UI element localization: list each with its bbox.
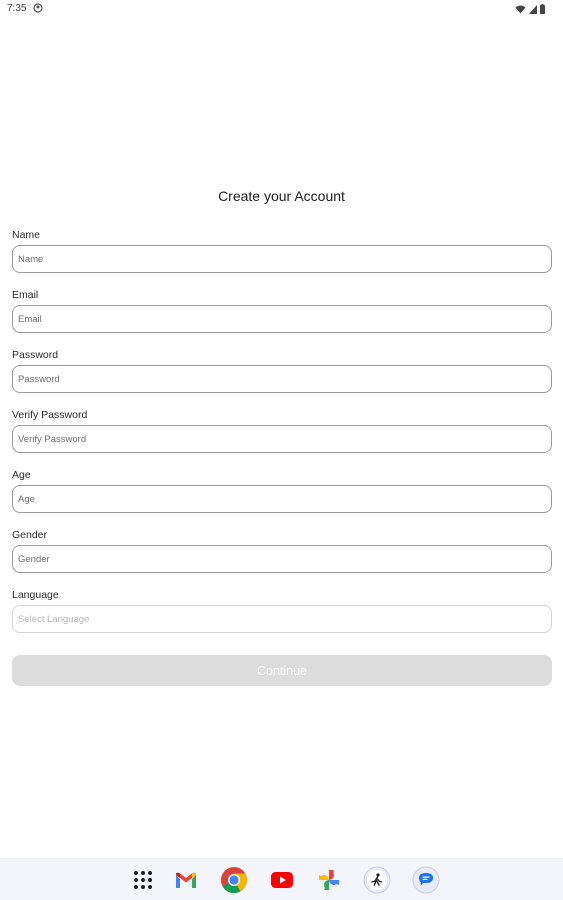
app-icon[interactable] — [362, 865, 392, 895]
email-field[interactable] — [12, 305, 552, 333]
status-time: 7:35 — [7, 3, 27, 14]
app-dock — [0, 858, 563, 900]
password-field[interactable] — [12, 365, 552, 393]
battery-icon — [540, 4, 545, 14]
age-label: Age — [12, 469, 31, 481]
continue-button[interactable]: Continue — [12, 655, 552, 686]
photos-icon[interactable] — [314, 865, 344, 895]
gmail-icon[interactable] — [171, 865, 201, 895]
youtube-icon[interactable] — [267, 865, 297, 895]
app-drawer-icon[interactable] — [128, 865, 158, 895]
notification-icon — [33, 3, 43, 13]
status-bar: 7:35 — [0, 0, 563, 20]
verify-password-field[interactable] — [12, 425, 552, 453]
wifi-icon — [515, 5, 526, 13]
page-title: Create your Account — [218, 188, 345, 204]
signal-icon — [529, 4, 537, 14]
language-label: Language — [12, 589, 59, 601]
screen: 7:35 Create your Account Name Email Pass… — [0, 0, 563, 900]
chrome-icon[interactable] — [219, 865, 249, 895]
status-icons — [515, 3, 545, 15]
email-label: Email — [12, 289, 39, 301]
gender-label: Gender — [12, 529, 48, 541]
verify-password-label: Verify Password — [12, 409, 88, 421]
password-label: Password — [12, 349, 59, 361]
language-select[interactable] — [12, 605, 552, 633]
gender-field[interactable] — [12, 545, 552, 573]
messages-icon[interactable] — [411, 865, 441, 895]
name-label: Name — [12, 229, 41, 241]
age-field[interactable] — [12, 485, 552, 513]
name-field[interactable] — [12, 245, 552, 273]
